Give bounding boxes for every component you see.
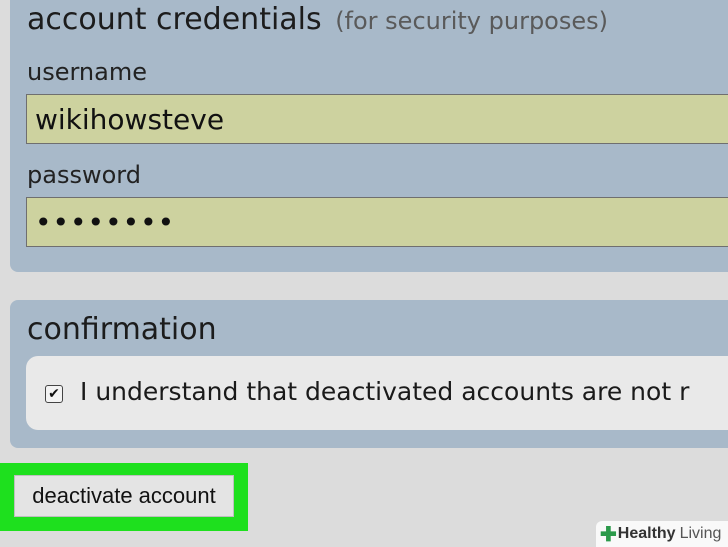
watermark-brand-bold: Healthy <box>617 525 676 542</box>
password-field[interactable] <box>26 197 728 247</box>
checkmark-icon: ✔ <box>48 386 60 402</box>
credentials-title: account credentials <box>27 2 322 37</box>
username-field[interactable] <box>26 94 728 144</box>
watermark-brand-light: Living <box>679 525 722 542</box>
credentials-heading: account credentials (for security purpos… <box>27 2 608 37</box>
confirm-checkbox-label: I understand that deactivated accounts a… <box>80 377 690 406</box>
watermark: ✚ Healthy Living <box>596 521 728 547</box>
password-label: password <box>27 161 141 189</box>
confirmation-title: confirmation <box>27 312 217 347</box>
deactivate-account-button[interactable]: deactivate account <box>14 475 234 517</box>
confirmation-box: ✔ I understand that deactivated accounts… <box>26 356 728 430</box>
confirmation-panel: confirmation ✔ I understand that deactiv… <box>10 300 728 448</box>
credentials-subtitle: (for security purposes) <box>335 7 608 35</box>
username-label: username <box>27 58 147 86</box>
plus-icon: ✚ <box>600 523 617 546</box>
account-credentials-panel: account credentials (for security purpos… <box>10 0 728 272</box>
confirm-checkbox[interactable]: ✔ <box>45 385 63 403</box>
